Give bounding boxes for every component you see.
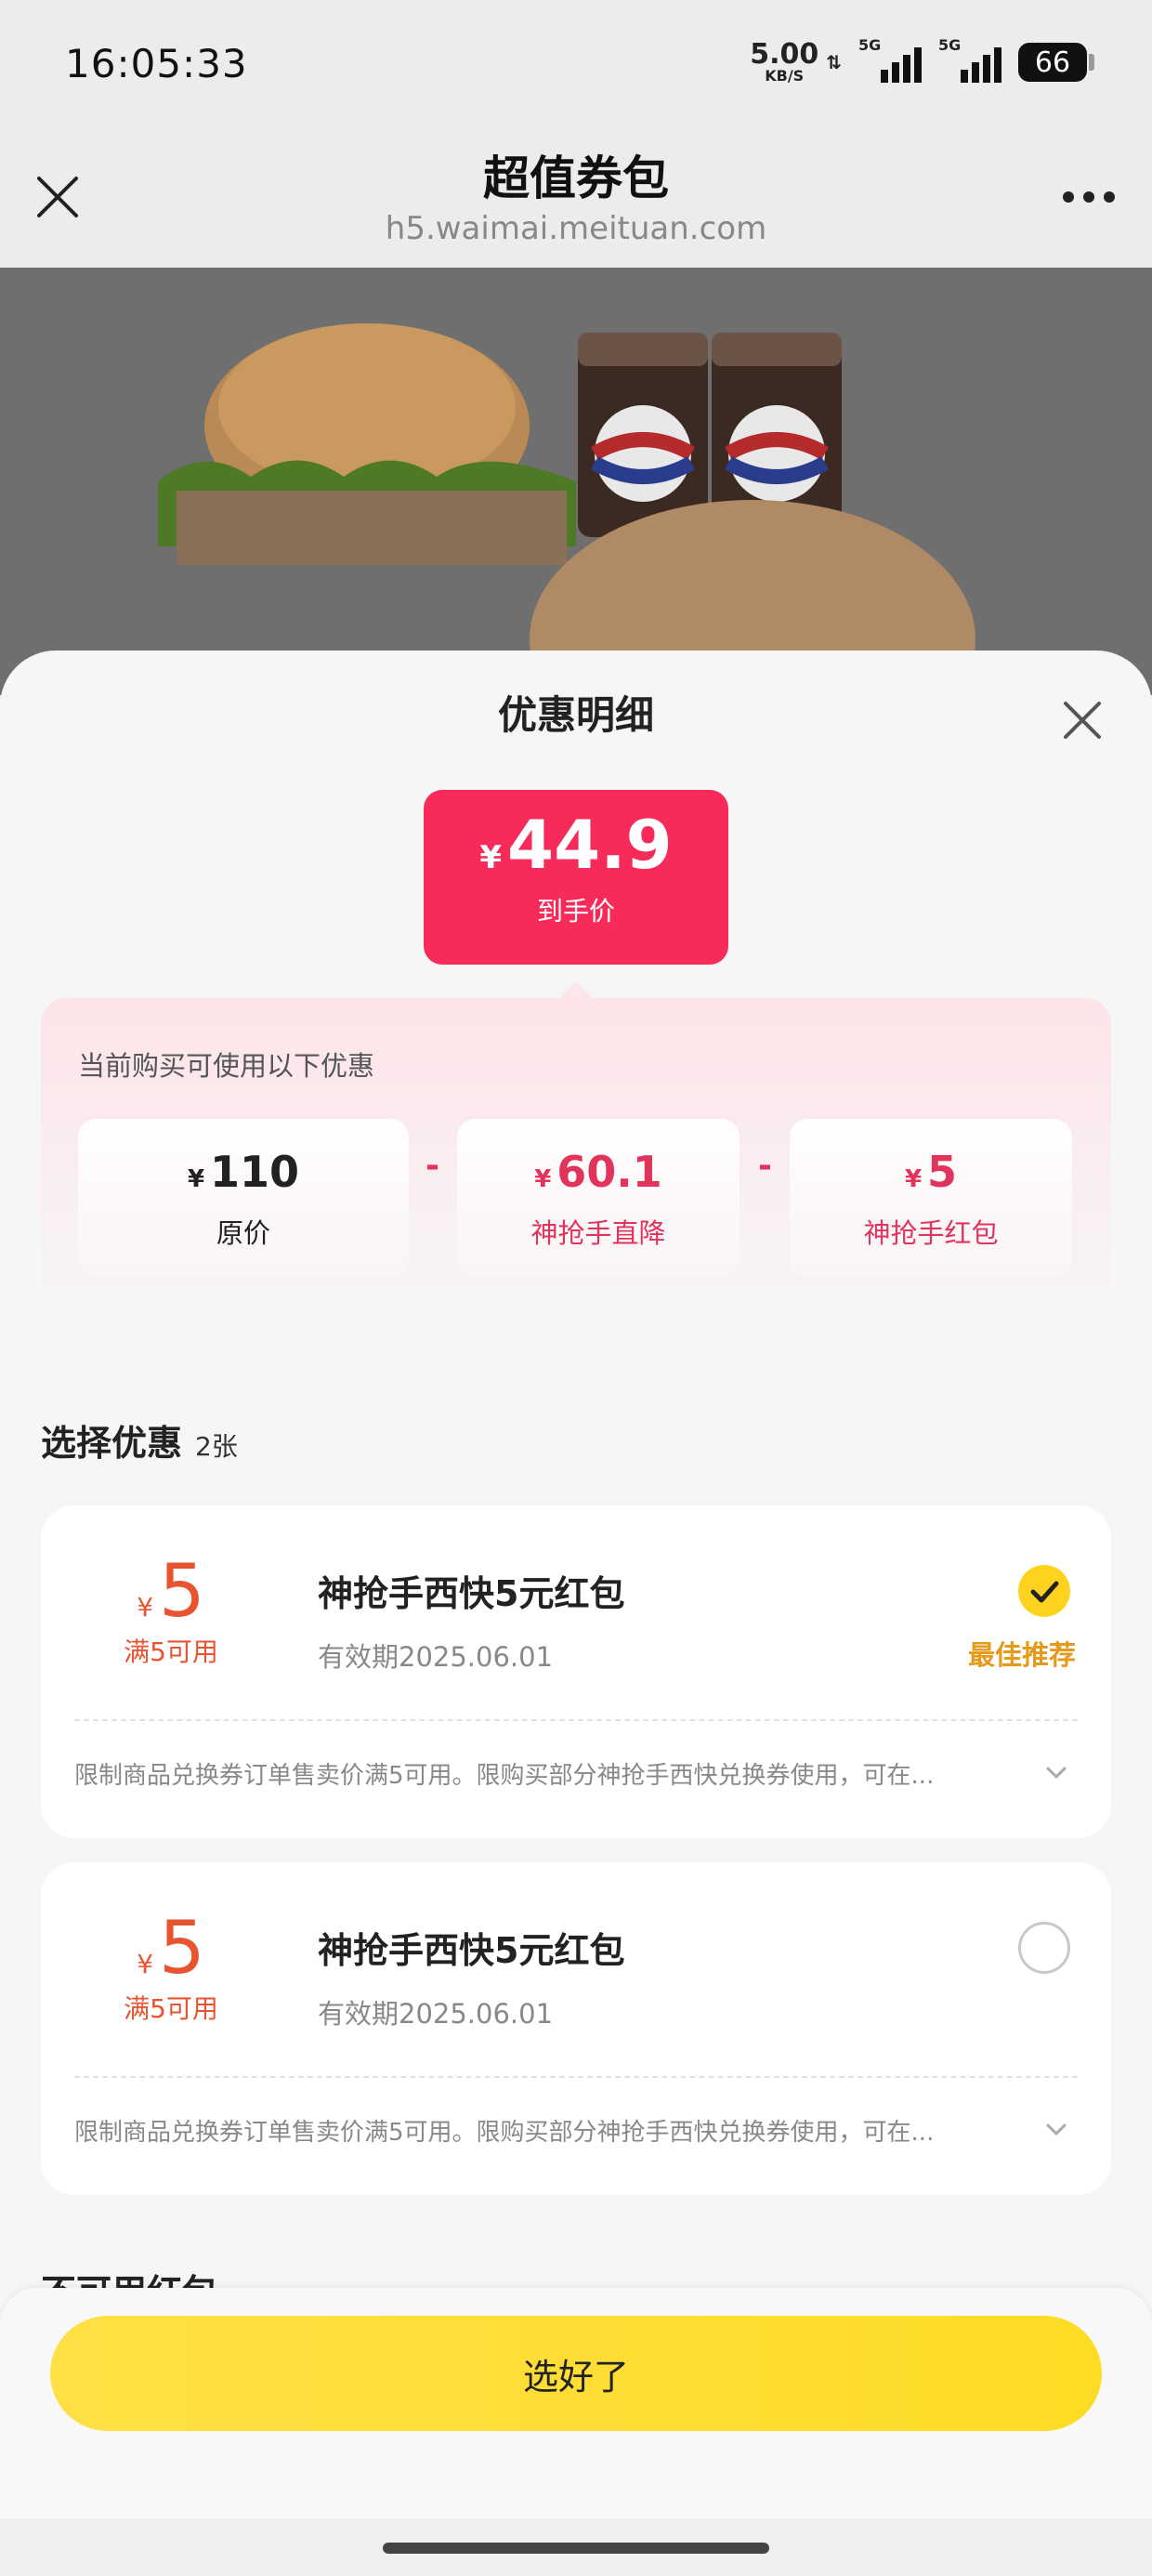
divider <box>74 1719 1078 1721</box>
network-speed-unit: KB/S <box>765 67 805 85</box>
minus-operator: - <box>425 1147 439 1185</box>
network-speed: 5.00 KB/S <box>750 41 818 84</box>
coupon-value: ¥5 满5可用 <box>78 1556 264 1669</box>
breakdown-note: 当前购买可使用以下优惠 <box>78 1050 375 1082</box>
coupon-checkbox[interactable] <box>1018 1922 1070 1974</box>
price-currency: ¥ <box>187 1165 205 1193</box>
final-price-value: 44.9 <box>507 806 673 884</box>
red-packet-card: ¥5 神抢手红包 <box>790 1119 1072 1277</box>
sheet-title: 优惠明细 <box>497 692 654 738</box>
final-price-box: ¥44.9 到手价 <box>424 790 728 965</box>
final-price: ¥44.9 <box>424 808 728 882</box>
checkmark-icon <box>1030 1581 1059 1603</box>
price-currency: ¥ <box>904 1165 923 1193</box>
data-arrows-icon: ⇅ <box>826 51 842 73</box>
coupon-description: 限制商品兑换券订单售卖价满5可用。限购买部分神抢手西快兑换券使用，可在... <box>74 1762 935 1790</box>
chevron-down-icon[interactable] <box>1042 1758 1070 1786</box>
red-packet-label: 神抢手红包 <box>863 1217 999 1249</box>
original-price-value: 110 <box>210 1147 300 1197</box>
select-discount-title: 选择优惠 2张 <box>41 1414 238 1465</box>
coupon-amount: 5 <box>159 1550 205 1634</box>
browser-title-bar: 超值券包 h5.waimai.meituan.com <box>0 130 1152 268</box>
final-price-currency: ¥ <box>479 839 502 876</box>
divider <box>74 2076 1078 2078</box>
page-url: h5.waimai.meituan.com <box>385 210 767 247</box>
coupon-name: 神抢手西快5元红包 <box>318 1930 625 1971</box>
discount-detail-sheet: 优惠明细 ¥44.9 到手价 当前购买可使用以下优惠 ¥110 原价 - ¥60… <box>0 651 1152 2576</box>
coupon-currency: ¥ <box>137 1949 154 1979</box>
direct-discount-label: 神抢手直降 <box>530 1217 666 1249</box>
coupon-condition: 满5可用 <box>124 1993 218 2024</box>
coupon-description: 限制商品兑换券订单售卖价满5可用。限购买部分神抢手西快兑换券使用，可在... <box>74 2119 935 2147</box>
chevron-down-icon[interactable] <box>1042 2115 1070 2143</box>
direct-discount-value: 60.1 <box>556 1147 662 1197</box>
red-packet-value: 5 <box>927 1147 958 1197</box>
coupon-amount: 5 <box>159 1907 205 1991</box>
price-breakdown: 当前购买可使用以下优惠 ¥110 原价 - ¥60.1 神抢手直降 - ¥5 神… <box>41 998 1111 1333</box>
minus-operator: - <box>758 1147 772 1185</box>
price-currency: ¥ <box>534 1165 552 1193</box>
coupon-card[interactable]: ¥5 满5可用 神抢手西快5元红包 有效期2025.06.01 最佳推荐 限制商… <box>41 1505 1111 1838</box>
burger-image <box>158 323 576 565</box>
close-icon[interactable] <box>1061 699 1104 742</box>
coupon-condition: 满5可用 <box>124 1636 218 1667</box>
signal-icon: 5G <box>858 36 922 83</box>
coupon-value: ¥5 满5可用 <box>78 1912 264 2026</box>
best-recommend-badge: 最佳推荐 <box>967 1639 1076 1671</box>
coupon-expiry: 有效期2025.06.01 <box>318 1998 554 2030</box>
original-price-card: ¥110 原价 <box>78 1119 409 1277</box>
product-image <box>0 268 1152 695</box>
status-bar: 16:05:33 5.00 KB/S ⇅ 5G 5G 66 <box>0 0 1152 130</box>
original-price-label: 原价 <box>216 1217 270 1249</box>
system-nav-bar <box>0 2518 1152 2576</box>
more-icon[interactable] <box>1063 191 1115 203</box>
coupon-checkbox[interactable] <box>1018 1565 1070 1617</box>
page-title: 超值券包 <box>483 151 669 205</box>
status-time: 16:05:33 <box>65 41 248 86</box>
section-title-text: 选择优惠 <box>41 1423 183 1464</box>
price-pointer <box>557 981 595 1000</box>
coupon-name: 神抢手西快5元红包 <box>318 1573 625 1614</box>
battery-icon: 66 <box>1018 43 1094 82</box>
coupon-count: 2张 <box>195 1431 238 1462</box>
signal2-label: 5G <box>938 36 962 54</box>
signal-icon: 5G <box>938 36 1001 83</box>
coupon-currency: ¥ <box>137 1592 154 1623</box>
status-indicators: 5.00 KB/S ⇅ 5G 5G 66 <box>750 36 1094 84</box>
network-speed-value: 5.00 <box>750 38 819 71</box>
coupon-expiry: 有效期2025.06.01 <box>318 1641 554 1673</box>
home-indicator[interactable] <box>383 2543 769 2554</box>
direct-discount-card: ¥60.1 神抢手直降 <box>457 1119 740 1277</box>
final-price-label: 到手价 <box>536 896 615 927</box>
signal1-label: 5G <box>858 36 882 54</box>
confirm-button[interactable]: 选好了 <box>50 2316 1102 2431</box>
coupon-card[interactable]: ¥5 满5可用 神抢手西快5元红包 有效期2025.06.01 限制商品兑换券订… <box>41 1862 1111 2195</box>
